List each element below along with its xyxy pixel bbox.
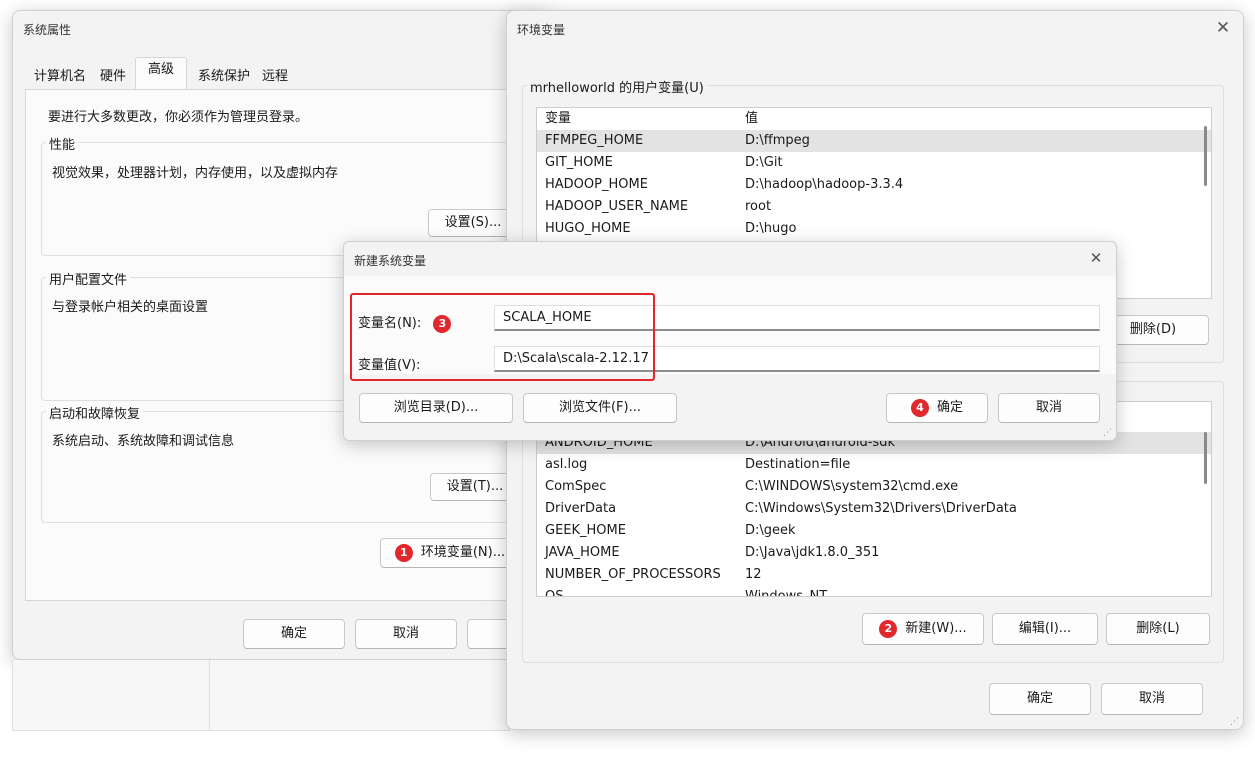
close-icon[interactable]: ✕ bbox=[1211, 17, 1235, 39]
column-header-name: 变量 bbox=[545, 111, 572, 126]
table-row[interactable]: asl.log Destination=file bbox=[537, 454, 1211, 476]
title-bar[interactable]: 新建系统变量 ✕ bbox=[344, 242, 1116, 276]
table-row[interactable]: HUGO_HOME D:\hugo bbox=[537, 218, 1211, 240]
resize-grip-icon[interactable]: ⋰ bbox=[1230, 717, 1239, 727]
resize-grip-icon[interactable]: ⋰ bbox=[1103, 428, 1112, 438]
table-row[interactable]: GEEK_HOME D:\geek bbox=[537, 520, 1211, 542]
performance-settings-button[interactable]: 设置(S)... bbox=[428, 209, 518, 237]
performance-group bbox=[41, 142, 548, 256]
table-row[interactable]: HADOOP_HOME D:\hadoop\hadoop-3.3.4 bbox=[537, 174, 1211, 196]
cancel-button[interactable]: 取消 bbox=[1101, 683, 1203, 715]
performance-label: 性能 bbox=[46, 134, 79, 153]
system-list-scrollbar[interactable] bbox=[1204, 432, 1207, 484]
table-row[interactable]: HADOOP_USER_NAME root bbox=[537, 196, 1211, 218]
window-title: 系统属性 bbox=[23, 23, 72, 37]
tab-advanced[interactable]: 高级 bbox=[135, 57, 187, 90]
table-row[interactable]: GIT_HOME D:\Git bbox=[537, 152, 1211, 174]
table-row[interactable]: OS Windows_NT bbox=[537, 586, 1211, 596]
title-bar[interactable]: 环境变量 ✕ bbox=[507, 11, 1243, 45]
table-row[interactable]: JAVA_HOME D:\Java\jdk1.8.0_351 bbox=[537, 542, 1211, 564]
admin-note: 要进行大多数更改，你必须作为管理员登录。 bbox=[48, 110, 309, 125]
ok-button-label: 确定 bbox=[936, 400, 963, 415]
startup-desc: 系统启动、系统故障和调试信息 bbox=[52, 434, 235, 449]
env-button-label: 环境变量(N)... bbox=[420, 545, 506, 560]
dialog-title: 新建系统变量 bbox=[354, 254, 427, 268]
column-header-value: 值 bbox=[745, 111, 759, 126]
ok-button[interactable]: 确定 bbox=[243, 619, 345, 649]
step-badge-2: 2 bbox=[879, 619, 898, 638]
tab-label: 远程 bbox=[261, 69, 288, 84]
performance-desc: 视觉效果，处理器计划，内存使用，以及虚拟内存 bbox=[52, 166, 339, 181]
user-variables-label: mrhelloworld 的用户变量(U) bbox=[527, 77, 707, 96]
new-button-label: 新建(W)... bbox=[905, 621, 967, 636]
tab-system-protection[interactable]: 系统保护 bbox=[191, 65, 257, 89]
step-badge-4: 4 bbox=[910, 398, 929, 417]
browse-directory-button[interactable]: 浏览目录(D)... bbox=[359, 393, 513, 423]
tab-label: 系统保护 bbox=[197, 69, 250, 84]
step-badge-1: 1 bbox=[394, 543, 413, 562]
tab-remote[interactable]: 远程 bbox=[259, 65, 291, 89]
tab-label: 计算机名 bbox=[33, 69, 86, 84]
title-bar[interactable]: 系统属性 bbox=[13, 11, 553, 45]
list-header: 变量 值 bbox=[537, 108, 1211, 130]
new-variable-button[interactable]: 2 新建(W)... bbox=[862, 613, 984, 645]
delete-variable-button[interactable]: 删除(L) bbox=[1106, 613, 1210, 645]
highlight-box bbox=[350, 293, 655, 381]
background-window-strip bbox=[12, 660, 510, 731]
tab-label: 高级 bbox=[147, 62, 174, 77]
tab-label: 硬件 bbox=[99, 69, 126, 84]
table-row[interactable]: DriverData C:\Windows\System32\Drivers\Dr… bbox=[537, 498, 1211, 520]
close-icon[interactable]: ✕ bbox=[1084, 247, 1108, 269]
ok-button[interactable]: 4 确定 bbox=[886, 393, 988, 423]
tab-computer-name[interactable]: 计算机名 bbox=[25, 65, 95, 89]
user-profile-label: 用户配置文件 bbox=[46, 269, 131, 288]
browse-file-button[interactable]: 浏览文件(F)... bbox=[523, 393, 677, 423]
divider bbox=[209, 660, 210, 730]
table-row[interactable]: FFMPEG_HOME D:\ffmpeg bbox=[537, 130, 1211, 152]
user-profile-desc: 与登录帐户相关的桌面设置 bbox=[52, 300, 209, 315]
cancel-button[interactable]: 取消 bbox=[998, 393, 1100, 423]
table-row[interactable]: ComSpec C:\WINDOWS\system32\cmd.exe bbox=[537, 476, 1211, 498]
ok-button[interactable]: 确定 bbox=[989, 683, 1091, 715]
window-title: 环境变量 bbox=[517, 23, 566, 37]
environment-variables-button[interactable]: 1 环境变量(N)... bbox=[380, 538, 520, 568]
tab-hardware[interactable]: 硬件 bbox=[93, 65, 133, 89]
edit-variable-button[interactable]: 编辑(I)... bbox=[992, 613, 1098, 645]
startup-label: 启动和故障恢复 bbox=[46, 403, 144, 422]
table-row[interactable]: NUMBER_OF_PROCESSORS 12 bbox=[537, 564, 1211, 586]
user-list-scrollbar[interactable] bbox=[1204, 126, 1207, 186]
cancel-button[interactable]: 取消 bbox=[355, 619, 457, 649]
new-system-variable-dialog: 新建系统变量 ✕ 变量名(N): 3 变量值(V): 浏览目录(D)... 浏览… bbox=[343, 241, 1117, 441]
